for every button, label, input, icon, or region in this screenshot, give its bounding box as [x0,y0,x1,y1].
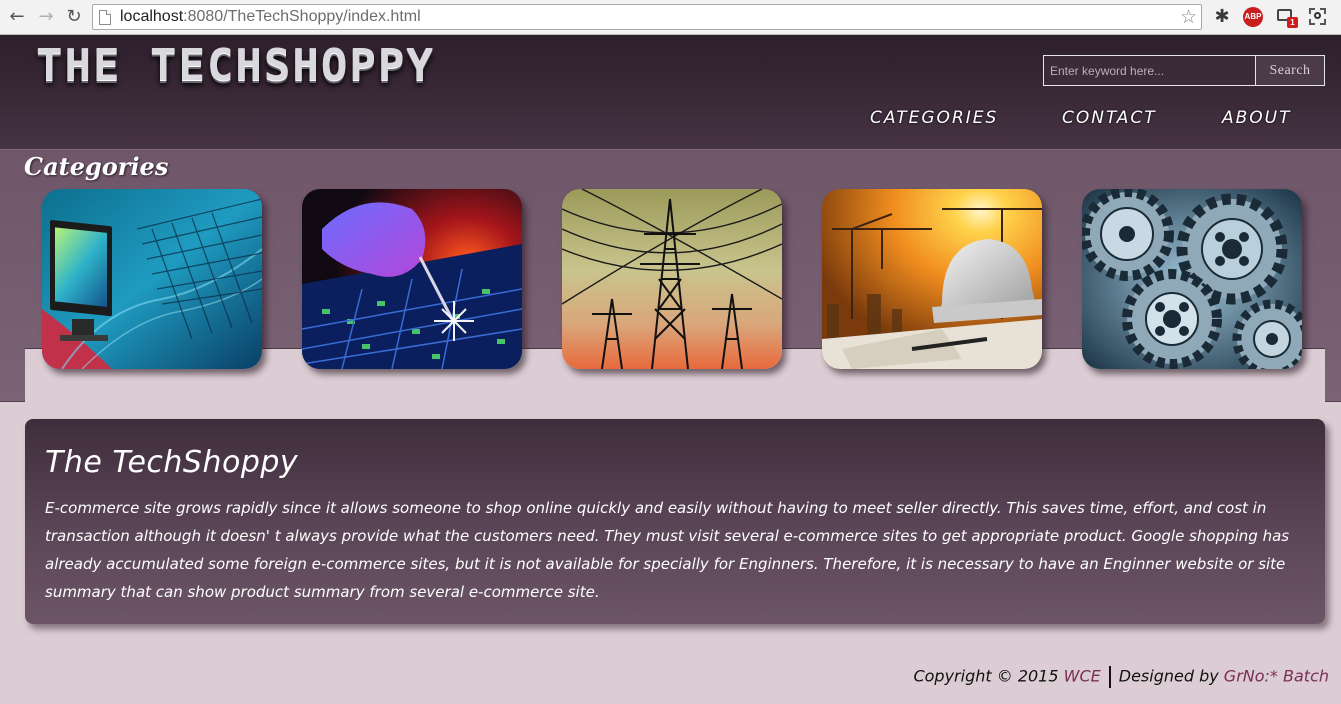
nav-contact[interactable]: CONTACT [1062,108,1157,128]
address-url[interactable]: localhost:8080/TheTechShoppy/index.html [120,8,421,26]
forward-icon[interactable]: → [35,6,57,28]
browser-toolbar: ← → ↻ localhost:8080/TheTechShoppy/index… [0,0,1341,35]
extension-badge: 1 [1287,17,1298,28]
site-header: THE TECHSHOPPY Search CATEGORIES CONTACT… [0,35,1341,150]
computer-image [42,189,262,369]
category-tile-civil[interactable] [822,189,1042,369]
gears-image [1082,189,1302,369]
category-tile-mechanical[interactable] [1082,189,1302,369]
bug-extension-icon[interactable]: ✱ [1211,6,1233,28]
site-logo[interactable]: THE TECHSHOPPY [36,40,435,91]
intro-title: The TechShoppy [45,445,299,480]
construction-image [822,189,1042,369]
site-footer: Copyright © 2015 WCE Designed by GrNo:* B… [913,666,1329,688]
category-tile-electrical[interactable] [562,189,782,369]
reload-icon[interactable]: ↻ [63,6,85,28]
page-icon [99,10,111,25]
footer-designer-link[interactable]: GrNo:* Batch [1224,667,1329,686]
back-icon[interactable]: ← [6,6,28,28]
footer-org-link[interactable]: WCE [1064,667,1101,686]
address-bar[interactable]: localhost:8080/TheTechShoppy/index.html … [92,4,1202,30]
copyright-text: Copyright © 2015 [913,666,1059,686]
bookmark-star-icon[interactable]: ☆ [1180,6,1197,28]
nav-categories[interactable]: CATEGORIES [870,108,998,128]
adblock-icon[interactable]: ABP [1243,7,1263,27]
pylons-image [562,189,782,369]
search-input[interactable] [1043,55,1256,86]
category-tile-electronics[interactable] [302,189,522,369]
designed-by-text: Designed by [1118,666,1219,686]
intro-card: The TechShoppy E-commerce site grows rap… [25,419,1325,624]
intro-text: E-commerce site grows rapidly since it a… [45,499,1290,601]
circuit-board-image [302,189,522,369]
url-host: localhost [120,8,184,25]
cast-extension-icon[interactable]: 1 [1275,6,1298,28]
category-tile-computers[interactable] [42,189,262,369]
nav-about[interactable]: ABOUT [1222,108,1292,128]
url-path: :8080/TheTechShoppy/index.html [183,8,421,25]
categories-heading: Categories [24,152,169,181]
screenshot-extension-icon[interactable] [1307,6,1329,28]
footer-divider [1108,666,1111,688]
search-button[interactable]: Search [1255,55,1325,86]
